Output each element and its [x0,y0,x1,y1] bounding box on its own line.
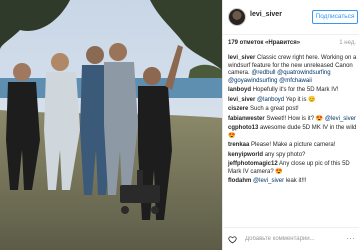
post-sidebar: levi_siver Подписаться 179 отметок «Нрав… [222,0,359,250]
comment-mention[interactable]: @lanboyd [257,97,284,103]
comment-item: ciszere Such a great post! [228,106,357,114]
heart-icon[interactable] [228,235,237,244]
post-header: levi_siver Подписаться [223,0,359,35]
comment-text: any spy photo? [264,151,306,158]
comment-mention[interactable]: @quatrowindsurfing [277,70,330,76]
comment-username[interactable]: cgphoto13 [228,125,258,131]
comment-username[interactable]: fabianwester [228,116,265,122]
username[interactable]: levi_siver [250,11,282,18]
comment-input[interactable] [245,233,335,245]
avatar[interactable] [228,8,246,26]
comment-username[interactable]: trenkaa [228,142,249,148]
more-options-icon[interactable]: ··· [346,233,355,243]
post-stats: 179 отметок «Нравится» 1 нед. [228,40,356,50]
comment-mention[interactable]: @mfchawaii [279,78,312,84]
photo-image [0,0,222,250]
comment-mention[interactable]: @redbull [251,70,275,76]
follow-button[interactable]: Подписаться [312,10,358,24]
comment-item: trenkaa Please! Make a picture camera! [228,142,357,150]
comment-text: Such a great post! [250,106,299,112]
post-photo[interactable] [0,0,222,250]
comment-username[interactable]: ciszere [228,106,248,112]
likes-count[interactable]: 179 отметок «Нравится» [228,40,300,46]
comment-item: flodahm @levi_siver leak it!!! [228,178,357,186]
comment-text: Sweet!! How is it? 😍 [266,115,325,122]
add-comment-bar: ··· [223,227,359,250]
comment-text: Please! Make a picture camera! [251,142,336,148]
comment-username[interactable]: levi_siver [228,55,255,61]
comment-text: Yep it is 😊 [284,96,316,103]
comment-item: fabianwester Sweet!! How is it? 😍 @levi_… [228,116,357,124]
comment-item: levi_siver @lanboyd Yep it is 😊 [228,97,357,105]
comment-username[interactable]: kenyipworld [228,152,263,158]
comment-username[interactable]: lanboyd [228,87,251,93]
comments-list: levi_siver Classic crew right here. Work… [228,55,357,188]
comment-mention[interactable]: @levi_siver [325,116,356,122]
comment-text: Hopefully it's for the 5D Mark IV! [252,87,339,93]
comment-item: cgphoto13 awesome dude 5D MK IV in the w… [228,125,357,140]
comment-item: levi_siver Classic crew right here. Work… [228,55,357,85]
comment-username[interactable]: flodahm [228,178,251,184]
comment-username[interactable]: levi_siver [228,97,255,103]
comment-item: lanboyd Hopefully it's for the 5D Mark I… [228,87,357,95]
comment-mention[interactable]: @goyawindsurfing [228,78,277,84]
post-time[interactable]: 1 нед. [339,40,356,46]
comment-mention[interactable]: @levi_siver [253,178,284,184]
comment-item: jeffphotomagic12 Any close up pic of thi… [228,161,357,176]
comment-text: leak it!!! [284,178,307,184]
comment-username[interactable]: jeffphotomagic12 [228,161,278,167]
comment-item: kenyipworld any spy photo? [228,152,357,160]
